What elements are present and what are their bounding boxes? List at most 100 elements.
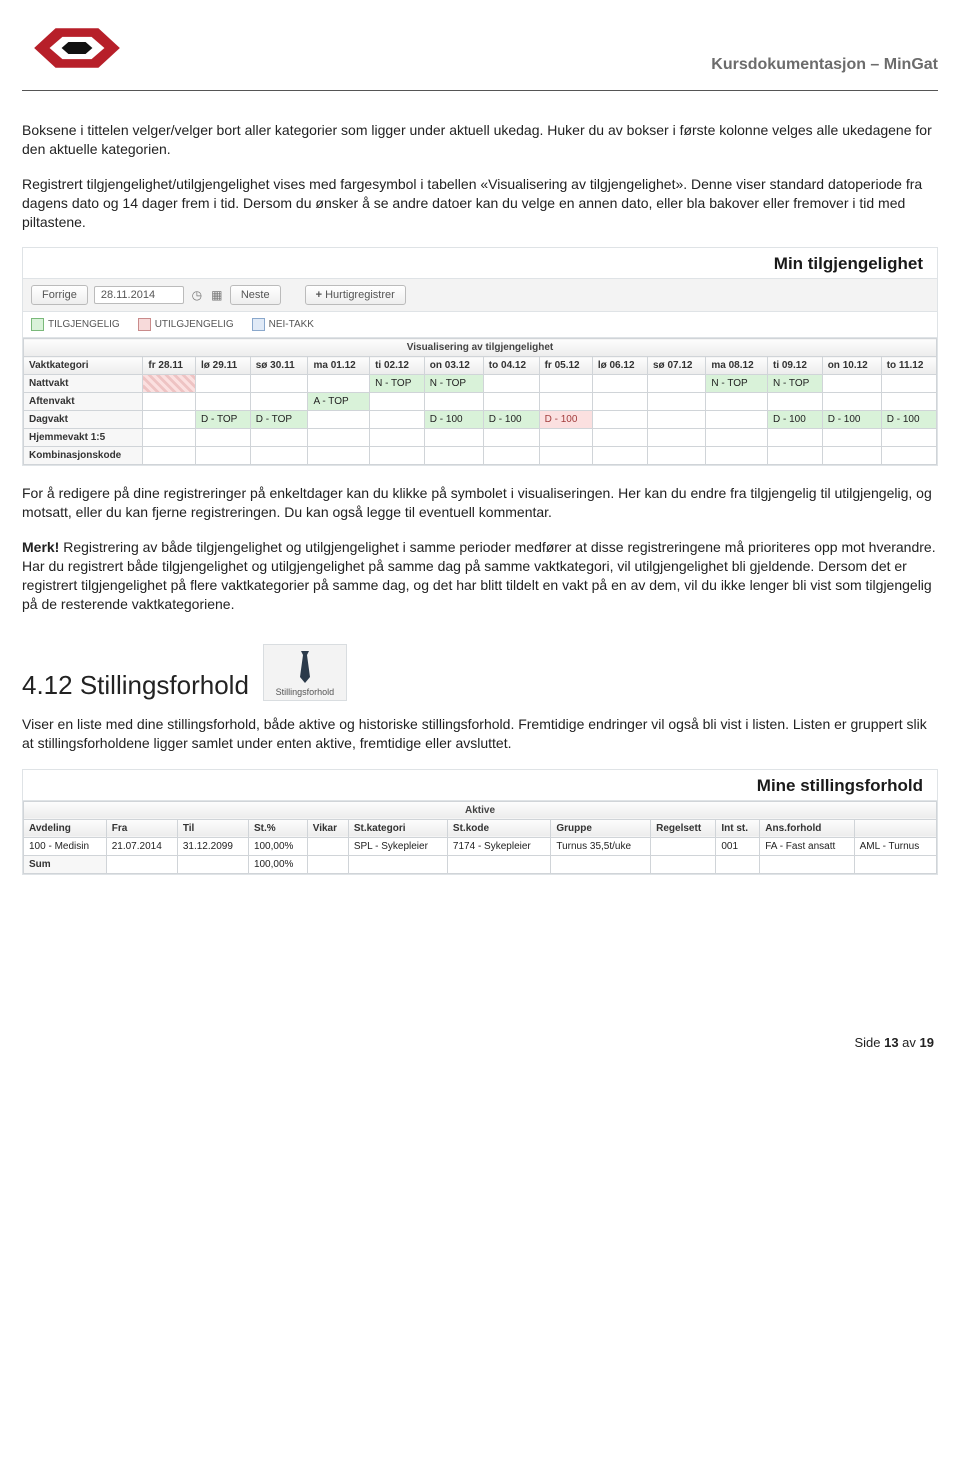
table-row: Hjemmevakt 1:5 — [24, 429, 937, 447]
table-cell[interactable] — [424, 393, 483, 411]
table-cell[interactable] — [370, 429, 425, 447]
table-cell[interactable] — [308, 447, 370, 465]
quickreg-button[interactable]: + Hurtigregistrer — [305, 285, 406, 305]
table-cell[interactable] — [592, 375, 647, 393]
table-cell[interactable] — [648, 393, 706, 411]
table-cell[interactable] — [196, 393, 251, 411]
column-header: St.% — [248, 819, 307, 837]
table-cell[interactable] — [539, 375, 592, 393]
table-cell[interactable]: D - TOP — [196, 411, 251, 429]
column-header: lø 29.11 — [196, 357, 251, 375]
table-cell: 7174 - Sykepleier — [447, 837, 550, 855]
table-cell[interactable] — [592, 447, 647, 465]
positions-table: Aktive AvdelingFraTilSt.%VikarSt.kategor… — [23, 801, 937, 874]
tie-icon — [295, 651, 315, 683]
panel-title: Min tilgjengelighet — [23, 248, 937, 279]
table-cell[interactable] — [196, 429, 251, 447]
table-cell[interactable] — [706, 411, 768, 429]
table-cell[interactable] — [250, 429, 308, 447]
stillingsforhold-tile[interactable]: Stillingsforhold — [263, 644, 347, 701]
table-cell[interactable]: N - TOP — [370, 375, 425, 393]
table-cell[interactable] — [881, 447, 936, 465]
table-cell[interactable]: A - TOP — [308, 393, 370, 411]
table-cell[interactable] — [308, 375, 370, 393]
table-cell[interactable] — [767, 429, 822, 447]
table-cell[interactable] — [483, 393, 539, 411]
table-cell[interactable]: N - TOP — [767, 375, 822, 393]
table-cell[interactable] — [308, 429, 370, 447]
table-cell[interactable] — [822, 393, 881, 411]
table-cell[interactable]: N - TOP — [424, 375, 483, 393]
table-cell[interactable]: D - 100 — [424, 411, 483, 429]
table-cell[interactable] — [424, 447, 483, 465]
table-cell[interactable] — [648, 411, 706, 429]
availability-panel: Min tilgjengelighet Forrige 28.11.2014 ◷… — [22, 247, 938, 466]
table-cell[interactable] — [483, 447, 539, 465]
table-cell[interactable] — [143, 411, 196, 429]
table-row: Kombinasjonskode — [24, 447, 937, 465]
table-cell[interactable] — [250, 447, 308, 465]
table-cell[interactable] — [539, 393, 592, 411]
table-cell[interactable] — [143, 429, 196, 447]
table-cell[interactable] — [881, 429, 936, 447]
table-cell[interactable] — [648, 375, 706, 393]
table-cell[interactable] — [370, 411, 425, 429]
table-cell[interactable] — [648, 447, 706, 465]
table-cell[interactable] — [706, 447, 768, 465]
next-button[interactable]: Neste — [230, 285, 281, 305]
table-cell[interactable]: D - 100 — [822, 411, 881, 429]
column-header: to 04.12 — [483, 357, 539, 375]
table-cell[interactable] — [250, 375, 308, 393]
date-field[interactable]: 28.11.2014 — [94, 286, 184, 304]
table-cell[interactable] — [424, 429, 483, 447]
table-cell[interactable] — [706, 429, 768, 447]
table-cell[interactable] — [592, 429, 647, 447]
table-cell[interactable] — [370, 393, 425, 411]
table-cell[interactable] — [483, 429, 539, 447]
clock-icon[interactable]: ◷ — [190, 288, 204, 302]
table-cell[interactable]: D - 100 — [767, 411, 822, 429]
column-header: Gruppe — [551, 819, 651, 837]
column-header: Fra — [106, 819, 177, 837]
swatch-icon — [252, 318, 265, 331]
table-cell: AML - Turnus — [854, 837, 936, 855]
table-cell[interactable] — [767, 447, 822, 465]
table-row: AftenvaktA - TOP — [24, 393, 937, 411]
table-cell[interactable] — [881, 375, 936, 393]
table-cell[interactable] — [706, 393, 768, 411]
table-cell[interactable] — [648, 429, 706, 447]
table-cell: 21.07.2014 — [106, 837, 177, 855]
table-cell[interactable] — [881, 393, 936, 411]
table-cell[interactable] — [539, 447, 592, 465]
table-cell[interactable] — [483, 375, 539, 393]
table-cell[interactable]: D - 100 — [483, 411, 539, 429]
table-row: NattvaktN - TOPN - TOPN - TOPN - TOP — [24, 375, 937, 393]
calendar-icon[interactable]: ▦ — [210, 288, 224, 302]
column-header: lø 06.12 — [592, 357, 647, 375]
table-cell[interactable]: D - 100 — [539, 411, 592, 429]
column-header: sø 07.12 — [648, 357, 706, 375]
table-cell[interactable]: N - TOP — [706, 375, 768, 393]
table-cell[interactable] — [592, 411, 647, 429]
paragraph: Viser en liste med dine stillingsforhold… — [22, 715, 938, 753]
table-cell[interactable] — [196, 375, 251, 393]
table-cell[interactable] — [143, 375, 196, 393]
prev-button[interactable]: Forrige — [31, 285, 88, 305]
table-cell[interactable] — [592, 393, 647, 411]
table-cell[interactable]: D - 100 — [881, 411, 936, 429]
table-cell[interactable] — [822, 447, 881, 465]
table-cell[interactable] — [822, 375, 881, 393]
table-cell[interactable]: D - TOP — [250, 411, 308, 429]
table-cell[interactable] — [196, 447, 251, 465]
table-cell[interactable] — [539, 429, 592, 447]
column-header: ti 09.12 — [767, 357, 822, 375]
table-cell[interactable] — [822, 429, 881, 447]
column-header: Vikar — [307, 819, 348, 837]
table-cell[interactable] — [143, 393, 196, 411]
table-cell[interactable] — [767, 393, 822, 411]
table-cell[interactable] — [370, 447, 425, 465]
table-cell[interactable] — [143, 447, 196, 465]
table-cell[interactable] — [308, 411, 370, 429]
positions-panel: Mine stillingsforhold Aktive AvdelingFra… — [22, 769, 938, 875]
table-cell[interactable] — [250, 393, 308, 411]
